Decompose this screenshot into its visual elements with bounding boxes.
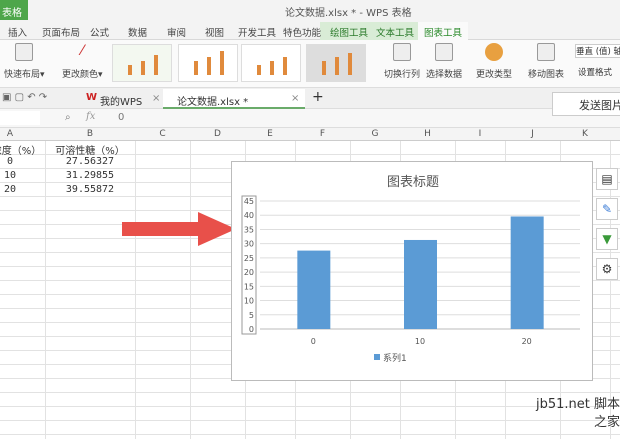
quick-layout-button[interactable]: 快速布局▾: [4, 43, 45, 80]
close-icon[interactable]: ×: [291, 93, 299, 104]
send-image-button[interactable]: 发送图片: [552, 92, 620, 116]
y-tick-label: 25: [244, 254, 254, 263]
watermark: jb51.net 脚本之家: [535, 397, 620, 430]
ribbon-tabs: 插入 页面布局 公式 数据 审阅 视图 开发工具 特色功能 绘图工具 文本工具 …: [0, 22, 620, 41]
cell[interactable]: 39.55872: [45, 184, 135, 195]
formula-bar: ⌕ fx 0: [0, 109, 620, 128]
tab-text-tools[interactable]: 文本工具: [376, 25, 414, 39]
layout-icon: [15, 43, 34, 61]
tab-formula[interactable]: 公式: [90, 25, 109, 39]
fx-icon[interactable]: fx: [86, 111, 95, 122]
chart[interactable]: 图表标题 0 5 10 15 20 25 30 35 40 45 0 10 20 系列1: [231, 161, 593, 381]
chart-element-select[interactable]: 垂直 (值) 轴: [575, 44, 620, 58]
y-tick-label: 10: [244, 297, 254, 306]
y-tick-label: 35: [244, 225, 254, 234]
bar[interactable]: [297, 250, 331, 329]
chart-style-3[interactable]: [241, 44, 301, 82]
set-format-button[interactable]: 设置格式: [578, 66, 612, 78]
chart-style-brush-button[interactable]: ✎: [596, 198, 618, 220]
y-tick-label: 30: [244, 240, 254, 249]
toolbar-icons[interactable]: ▣ ▢ ↶ ↷: [2, 92, 47, 103]
tab-file[interactable]: 论文数据.xlsx * ×: [163, 89, 305, 109]
y-tick-label: 45: [244, 197, 254, 206]
tab-chart-tools[interactable]: 图表工具: [418, 22, 469, 41]
cell[interactable]: 10: [0, 170, 20, 181]
col-header[interactable]: C: [135, 129, 190, 139]
palette-icon: ⁄: [81, 43, 84, 59]
close-icon[interactable]: ×: [152, 93, 160, 104]
chart-style-1[interactable]: [112, 44, 172, 82]
col-header[interactable]: I: [455, 129, 505, 139]
y-tick-label: 15: [244, 282, 254, 291]
red-arrow-annotation: [122, 212, 236, 246]
document-tabs: ▣ ▢ ↶ ↷ W 我的WPS × 论文数据.xlsx * × + 发送图片: [0, 88, 620, 116]
x-tick-label: 10: [415, 337, 425, 346]
col-header[interactable]: F: [295, 129, 350, 139]
app-menu-button[interactable]: 表格: [0, 0, 28, 20]
change-type-button[interactable]: 更改类型: [476, 43, 512, 80]
cell[interactable]: 27.56327: [45, 156, 135, 167]
y-tick-label: 5: [249, 311, 254, 320]
wps-logo-icon: W: [86, 92, 98, 103]
select-data-icon: [435, 43, 453, 61]
y-tick-label: 20: [244, 268, 254, 277]
chart-svg: 图表标题 0 5 10 15 20 25 30 35 40 45 0 10 20 系列1: [241, 175, 580, 364]
chart-style-2[interactable]: [178, 44, 238, 82]
title-bar: 表格 论文数据.xlsx * - WPS 表格: [0, 0, 620, 22]
cell[interactable]: 31.29855: [45, 170, 135, 181]
y-tick-label: 0: [249, 325, 254, 334]
legend-swatch: [374, 354, 380, 360]
chart-style-4[interactable]: [306, 44, 366, 82]
tab-page-layout[interactable]: 页面布局: [42, 25, 80, 39]
move-chart-button[interactable]: 移动图表: [528, 43, 564, 80]
pie-icon: [485, 43, 503, 61]
name-box[interactable]: [0, 111, 40, 125]
bar[interactable]: [404, 239, 437, 329]
tab-insert[interactable]: 插入: [8, 25, 27, 39]
switch-icon: [393, 43, 411, 61]
col-header[interactable]: G: [350, 129, 400, 139]
chart-elements-button[interactable]: ▤: [596, 168, 618, 190]
cell[interactable]: 20: [0, 184, 20, 195]
chart-title[interactable]: 图表标题: [387, 175, 439, 190]
change-color-button[interactable]: ⁄ 更改颜色▾: [62, 43, 103, 80]
tab-review[interactable]: 审阅: [167, 25, 186, 39]
x-tick-label: 0: [311, 337, 316, 346]
zoom-icon[interactable]: ⌕: [65, 112, 71, 123]
switch-row-col-button[interactable]: 切换行列: [384, 43, 420, 80]
x-tick-label: 20: [522, 337, 532, 346]
window-title: 论文数据.xlsx * - WPS 表格: [285, 8, 412, 19]
col-header[interactable]: K: [560, 129, 610, 139]
new-tab-button[interactable]: +: [312, 89, 324, 105]
tab-drawing-tools[interactable]: 绘图工具: [330, 25, 368, 39]
tab-my-wps[interactable]: 我的WPS: [100, 93, 142, 108]
y-tick-label: 40: [244, 211, 254, 220]
tab-data[interactable]: 数据: [128, 25, 147, 39]
formula-input[interactable]: 0: [118, 112, 124, 123]
col-header[interactable]: A: [0, 129, 20, 139]
legend-label[interactable]: 系列1: [383, 352, 407, 364]
tab-features[interactable]: 特色功能: [283, 25, 321, 39]
chart-settings-button[interactable]: ⚙: [596, 258, 618, 280]
tab-view[interactable]: 视图: [205, 25, 224, 39]
col-header[interactable]: D: [190, 129, 245, 139]
select-data-button[interactable]: 选择数据: [426, 43, 462, 80]
col-header[interactable]: B: [45, 129, 135, 139]
col-header[interactable]: H: [400, 129, 455, 139]
tab-developer[interactable]: 开发工具: [238, 25, 276, 39]
bar[interactable]: [510, 216, 544, 329]
cell[interactable]: 0: [0, 156, 20, 167]
chart-filter-button[interactable]: ▼: [596, 228, 618, 250]
column-headers: A B C D E F G H I J K: [0, 128, 620, 141]
table-row: 浓度（%） 可溶性糖（%）: [0, 141, 620, 157]
col-header[interactable]: J: [505, 129, 560, 139]
ribbon: 快速布局▾ ⁄ 更改颜色▾ 切换行列 选择数据 更改类型 移动图表 垂直 (值) …: [0, 40, 620, 88]
move-chart-icon: [537, 43, 555, 61]
col-header[interactable]: E: [245, 129, 295, 139]
